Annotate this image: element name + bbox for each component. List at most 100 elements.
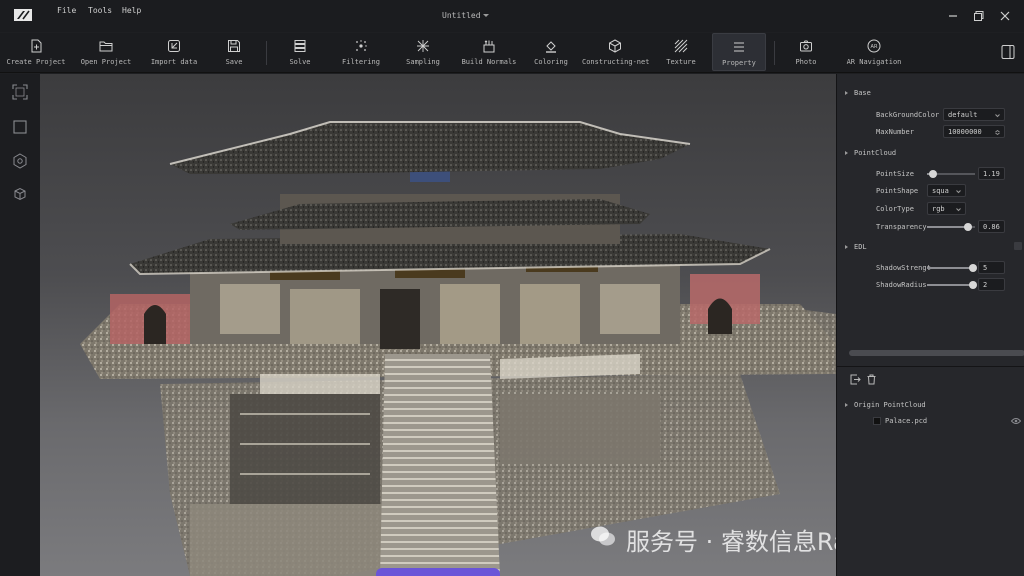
pointcloud-section-header[interactable]: PointCloud <box>845 149 896 157</box>
create-project-button[interactable]: Create Project <box>6 33 66 71</box>
menu-tools[interactable]: Tools <box>88 6 112 15</box>
build-normals-button[interactable]: Build Normals <box>460 33 518 71</box>
app-logo-icon <box>14 9 32 21</box>
coloring-button[interactable]: Coloring <box>530 33 572 71</box>
export-icon[interactable] <box>850 374 861 385</box>
filtering-button[interactable]: Filtering <box>336 33 386 71</box>
point-shape-label: PointShape <box>876 187 919 195</box>
texture-hatch-icon <box>674 39 688 53</box>
main-toolbar: Create Project Open Project Import data … <box>0 33 1024 73</box>
background-color-select[interactable]: default <box>943 108 1005 121</box>
transparency-slider[interactable] <box>927 223 975 231</box>
slider-handle[interactable] <box>928 170 937 178</box>
watermark-text: 服务号 · 睿数信息RayZoom <box>596 522 836 557</box>
svg-text:AR: AR <box>871 44 878 50</box>
tool-label: Coloring <box>534 58 568 66</box>
solve-button[interactable]: Solve <box>280 33 320 71</box>
status-chip[interactable] <box>376 568 500 576</box>
slider-handle[interactable] <box>964 223 973 231</box>
transparency-label: Transparency <box>876 223 927 231</box>
ar-icon: AR <box>867 39 881 53</box>
constructing-net-button[interactable]: Constructing-net <box>582 33 650 71</box>
point-size-input[interactable]: 1.19 <box>978 167 1005 180</box>
chevron-down-icon <box>956 190 961 194</box>
shadow-radius-input[interactable]: 2 <box>978 278 1005 291</box>
shadow-strength-label: ShadowStrengt <box>876 264 931 272</box>
shadow-radius-slider[interactable] <box>927 281 977 289</box>
layer-visibility-checkbox[interactable] <box>873 417 881 425</box>
title-bar: File Tools Help Untitled <box>0 0 1024 32</box>
box-select-icon[interactable] <box>12 119 28 135</box>
camera-icon <box>800 40 812 52</box>
slider-handle[interactable] <box>968 264 977 272</box>
property-button[interactable]: Property <box>712 33 766 71</box>
trash-icon[interactable] <box>866 374 877 385</box>
texture-button[interactable]: Texture <box>660 33 702 71</box>
import-icon <box>168 40 180 52</box>
tool-label: Filtering <box>342 58 380 66</box>
color-type-select[interactable]: rgb <box>927 202 966 215</box>
caret-right-icon <box>845 91 848 95</box>
layers-stack-icon <box>294 40 306 52</box>
tool-label: Save <box>225 58 243 66</box>
transparency-input[interactable]: 0.86 <box>978 220 1005 233</box>
edl-section-title: EDL <box>854 243 867 251</box>
background-color-value: default <box>948 111 978 119</box>
shadow-strength-slider[interactable] <box>927 264 977 272</box>
shadow-strength-input[interactable]: 5 <box>978 261 1005 274</box>
point-size-slider[interactable] <box>927 170 975 178</box>
photo-button[interactable]: Photo <box>786 33 826 71</box>
restore-icon[interactable] <box>972 9 986 23</box>
sampling-button[interactable]: Sampling <box>400 33 446 71</box>
toolbar-divider <box>266 41 267 65</box>
slider-fill <box>927 267 973 269</box>
ar-navigation-button[interactable]: AR AR Navigation <box>846 33 902 71</box>
cube-view-icon[interactable] <box>12 186 28 202</box>
pointcloud-section-title: PointCloud <box>854 149 897 157</box>
menu-file[interactable]: File <box>57 6 76 15</box>
layer-file-name[interactable]: Palace.pcd <box>885 417 927 425</box>
view-tools-rail <box>0 74 40 576</box>
property-panel: Base BackGroundColor default MaxNumber 1… <box>836 74 1024 576</box>
point-shape-select[interactable]: squa <box>927 184 966 197</box>
shadow-radius-label: ShadowRadius <box>876 281 927 289</box>
slider-handle[interactable] <box>968 281 977 289</box>
max-number-spinbox[interactable]: 10000000 <box>943 125 1005 138</box>
edl-section-header[interactable]: EDL <box>845 243 867 251</box>
sampling-icon <box>417 40 429 52</box>
panel-horizontal-scrollbar[interactable] <box>849 350 1024 356</box>
save-icon <box>228 40 240 52</box>
mesh-cube-icon <box>609 39 621 53</box>
save-button[interactable]: Save <box>214 33 254 71</box>
edl-toggle[interactable] <box>1014 242 1022 250</box>
max-number-value: 10000000 <box>948 128 982 136</box>
toolbar-divider <box>774 41 775 65</box>
fit-view-icon[interactable] <box>12 84 28 100</box>
chevron-down-icon[interactable] <box>481 10 491 20</box>
tool-label: Create Project <box>6 58 66 66</box>
background-color-label: BackGroundColor <box>876 111 940 119</box>
tool-label: Photo <box>795 58 817 66</box>
document-title: Untitled <box>442 11 481 20</box>
color-type-label: ColorType <box>876 205 914 213</box>
base-section-title: Base <box>854 89 871 97</box>
panel-toggle-icon[interactable] <box>1000 44 1016 60</box>
close-icon[interactable] <box>998 9 1012 23</box>
eye-icon[interactable] <box>1011 417 1021 425</box>
color-type-value: rgb <box>932 205 945 213</box>
origin-pointcloud-group[interactable]: Origin PointCloud <box>845 401 926 409</box>
base-section-header[interactable]: Base <box>845 89 871 97</box>
property-list-icon <box>734 42 744 52</box>
file-plus-icon <box>31 39 42 53</box>
shadow-radius-value: 2 <box>983 281 988 289</box>
orbit-view-icon[interactable] <box>12 153 28 169</box>
chevron-down-icon <box>956 208 961 212</box>
menu-help[interactable]: Help <box>122 6 141 15</box>
max-number-label: MaxNumber <box>876 128 914 136</box>
minimize-icon[interactable] <box>946 9 960 23</box>
tool-label: Constructing-net <box>582 58 650 66</box>
import-data-button[interactable]: Import data <box>148 33 200 71</box>
point-cloud-viewport[interactable]: 服务号 · 睿数信息RayZoom <box>40 74 836 576</box>
paint-bucket-icon <box>546 41 556 53</box>
open-project-button[interactable]: Open Project <box>78 33 134 71</box>
